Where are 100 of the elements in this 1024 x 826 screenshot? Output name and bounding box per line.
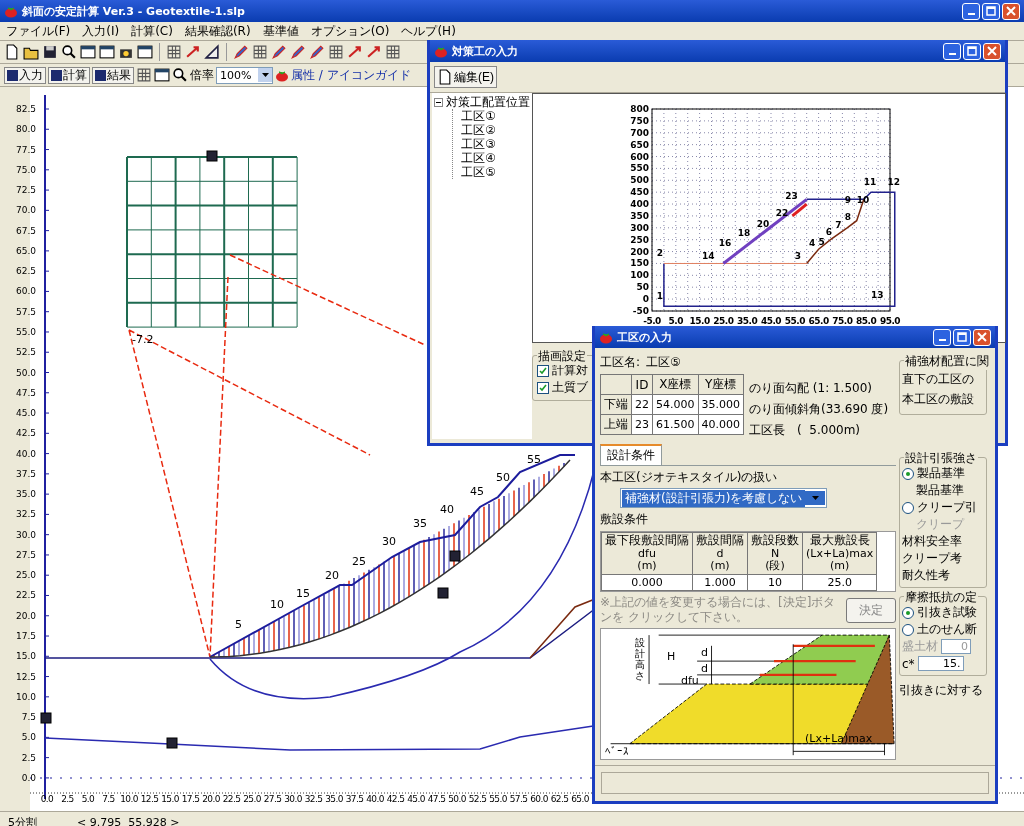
grid-icon[interactable] xyxy=(385,44,401,60)
minimize-icon xyxy=(948,53,956,55)
axis-label: 2.5 xyxy=(21,752,36,763)
menu-item[interactable]: 結果確認(R) xyxy=(184,22,251,40)
axis-label: 200 xyxy=(630,246,649,257)
pencil-icon[interactable] xyxy=(233,44,249,60)
ground-label: ﾍﾞｰｽ xyxy=(605,746,629,758)
pencil-icon[interactable] xyxy=(290,44,306,60)
dimension-label: dfu xyxy=(681,675,699,687)
window-icon[interactable] xyxy=(137,44,153,60)
axis-label: 25.0 xyxy=(713,316,734,326)
toolbar-button[interactable]: 入力 xyxy=(4,66,46,84)
point-number: 12 xyxy=(887,177,901,188)
maximize-button[interactable] xyxy=(953,328,971,346)
axis-label: 57.5 xyxy=(15,306,36,317)
page-icon[interactable] xyxy=(437,69,453,85)
menu-item[interactable]: ファイル(F) xyxy=(6,22,71,40)
menu-item[interactable]: ヘルプ(H) xyxy=(401,22,456,40)
axis-label: 52.5 xyxy=(468,794,487,804)
group-title: 補強材配置に関 xyxy=(904,353,990,370)
zoom-label: 倍率 xyxy=(190,66,214,84)
axis-label: 600 xyxy=(630,151,649,162)
guide-link[interactable]: 属性 / アイコンガイド xyxy=(291,66,411,84)
menu-item[interactable]: 入力(I) xyxy=(82,22,120,40)
axis-label: 20.0 xyxy=(15,610,36,621)
field-label: c* xyxy=(902,656,915,671)
slice-number: 30 xyxy=(382,535,396,548)
group-text: 直下の工区の xyxy=(902,371,975,388)
header-cell xyxy=(600,374,632,395)
grid-icon[interactable] xyxy=(166,44,182,60)
checkbox[interactable] xyxy=(537,381,549,394)
page-icon[interactable] xyxy=(4,44,20,60)
window-icon[interactable] xyxy=(80,44,96,60)
maximize-button[interactable] xyxy=(982,2,1000,20)
axis-label: 57.5 xyxy=(509,794,528,804)
radio-label: 土のせん断 xyxy=(917,621,977,638)
dimension-label: d xyxy=(701,647,708,659)
pencil-icon[interactable] xyxy=(271,44,287,60)
axis-label: 95.0 xyxy=(879,316,901,326)
close-button[interactable] xyxy=(983,42,1001,60)
triangle-icon[interactable] xyxy=(204,44,220,60)
minimize-button[interactable] xyxy=(933,328,951,346)
minimize-button[interactable] xyxy=(962,2,980,20)
axis-label: 50.0 xyxy=(448,794,466,804)
axis-label: 17.5 xyxy=(181,794,200,804)
menu-item[interactable]: 計算(C) xyxy=(131,22,173,40)
axis-label: 2.5 xyxy=(61,794,74,804)
maximize-button[interactable] xyxy=(963,42,981,60)
option-text: クリープ xyxy=(915,516,966,533)
pencil-icon[interactable] xyxy=(309,44,325,60)
close-button[interactable] xyxy=(973,328,991,346)
menu-item[interactable]: 基準値 xyxy=(262,22,299,40)
close-button[interactable] xyxy=(1002,2,1020,20)
menu-item[interactable]: オプション(O) xyxy=(310,22,390,40)
table-cell: 23 xyxy=(631,414,653,435)
section-title: 敷設条件 xyxy=(600,511,649,528)
table-cell: 1.000 xyxy=(692,574,748,591)
arrow-icon[interactable] xyxy=(185,44,201,60)
marker-icon xyxy=(166,737,178,749)
field-label: 本工区(ジオテキスタイル)の扱い xyxy=(600,469,778,486)
axis-label: 85.0 xyxy=(856,316,877,326)
axis-label: 72.5 xyxy=(15,185,36,196)
radio-button[interactable] xyxy=(902,501,914,514)
tab[interactable]: 設計条件 xyxy=(600,444,662,465)
toolbar-button[interactable]: 結果 xyxy=(92,66,134,84)
zoom-dropdown[interactable]: 100% xyxy=(216,66,273,84)
header-cell: X座標 xyxy=(652,374,698,395)
radio-button[interactable] xyxy=(902,623,914,636)
grid-icon[interactable] xyxy=(328,44,344,60)
arrow-icon[interactable] xyxy=(366,44,382,60)
window-icon[interactable] xyxy=(99,44,115,60)
caret-icon xyxy=(811,496,819,500)
header-cell: 最下段敷設間隔 dfu (m) xyxy=(601,532,693,575)
point-number: 7 xyxy=(835,219,842,230)
arrow-icon[interactable] xyxy=(347,44,363,60)
axis-label: 0.0 xyxy=(40,794,54,804)
input-field[interactable]: 15. xyxy=(917,656,964,671)
handling-dropdown[interactable]: 補強材(設計引張力)を考慮しない xyxy=(620,488,828,508)
minimize-button[interactable] xyxy=(943,42,961,60)
axis-label: 27.5 xyxy=(15,549,36,560)
close-icon xyxy=(987,46,997,56)
axis-label: 47.5 xyxy=(15,387,36,398)
edit-button[interactable]: 編集(E) xyxy=(434,66,497,88)
axis-label: 10.0 xyxy=(15,691,36,702)
magnifier-icon[interactable] xyxy=(172,67,188,83)
magnifier-icon[interactable] xyxy=(61,44,77,60)
window-icon[interactable] xyxy=(154,67,170,83)
axis-label: 15.0 xyxy=(161,794,179,804)
grid-icon[interactable] xyxy=(136,67,152,83)
toolbar-button[interactable]: 計算 xyxy=(48,66,90,84)
info-text: のり面傾斜角(33.690 度) xyxy=(749,401,889,418)
axis-label: 37.5 xyxy=(15,468,36,479)
radio-button[interactable] xyxy=(902,467,914,480)
radio-label: 引抜き試験 xyxy=(917,604,977,621)
group-text: 引抜きに対する xyxy=(899,682,984,699)
axis-label: 65.0 xyxy=(808,316,829,326)
grid-icon[interactable] xyxy=(252,44,268,60)
expander-icon[interactable] xyxy=(434,97,443,107)
radio-button[interactable] xyxy=(902,606,914,619)
axis-label: 77.5 xyxy=(15,144,36,155)
